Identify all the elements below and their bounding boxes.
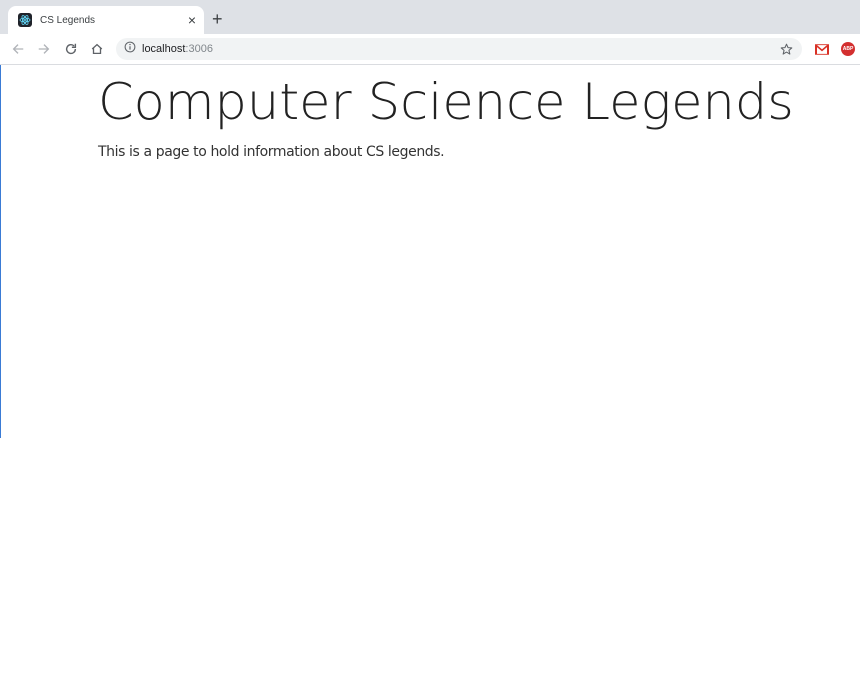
url-port: :3006	[185, 43, 213, 55]
page-title: Computer Science Legends	[98, 73, 794, 131]
tab-strip: CS Legends × +	[0, 0, 860, 34]
url-text: localhost:3006	[142, 43, 213, 55]
url-host: localhost	[142, 43, 186, 55]
address-bar[interactable]: localhost:3006	[116, 38, 802, 60]
page-content: Computer Science Legends This is a page …	[98, 70, 794, 160]
star-icon[interactable]	[778, 41, 794, 57]
adblock-label: ABP	[841, 42, 855, 56]
window-edge	[0, 65, 1, 438]
gmail-icon[interactable]	[813, 40, 831, 58]
reload-icon[interactable]	[61, 39, 81, 59]
arrow-left-icon[interactable]	[8, 39, 28, 59]
home-icon[interactable]	[87, 39, 107, 59]
browser-tab[interactable]: CS Legends ×	[8, 6, 204, 34]
adblock-plus-icon[interactable]: ABP	[839, 40, 857, 58]
page-lead-text: This is a page to hold information about…	[98, 144, 445, 160]
close-tab-icon[interactable]: ×	[188, 13, 196, 27]
browser-toolbar: localhost:3006 ABP	[0, 34, 860, 65]
arrow-right-icon[interactable]	[34, 39, 54, 59]
react-atom-icon	[18, 13, 32, 27]
tab-title: CS Legends	[40, 14, 96, 26]
info-icon[interactable]	[124, 40, 136, 58]
new-tab-button[interactable]: +	[212, 9, 223, 29]
